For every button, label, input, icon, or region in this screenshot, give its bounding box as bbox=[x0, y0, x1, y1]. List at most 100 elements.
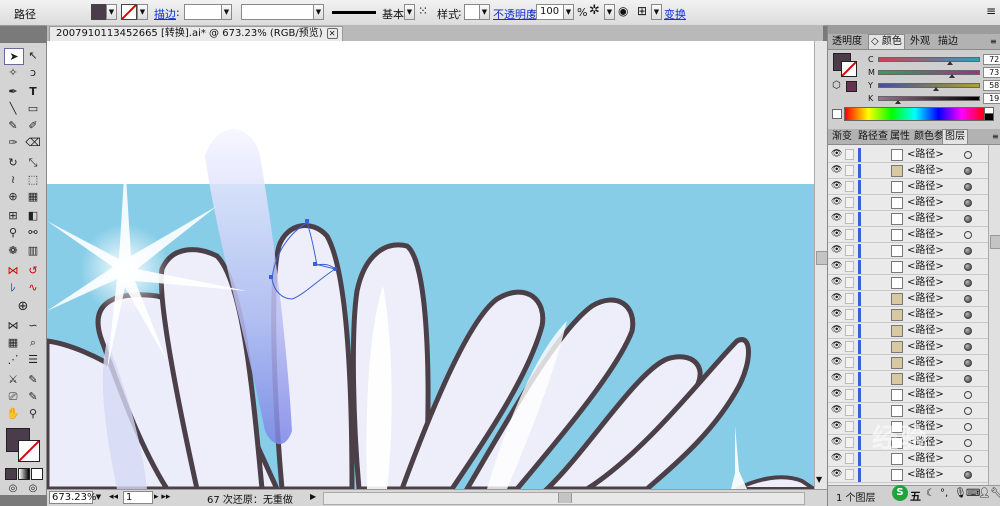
layer-row[interactable]: 👁︎ <路径> bbox=[828, 275, 988, 291]
brush-alt-tool-icon[interactable]: ✎ bbox=[24, 372, 42, 387]
visibility-eye-icon[interactable]: 👁︎ bbox=[831, 150, 842, 159]
tab-attributes[interactable]: 属性 bbox=[888, 130, 912, 144]
layer-row[interactable]: 👁︎ <路径> bbox=[828, 179, 988, 195]
ime-mode[interactable]: 五 bbox=[910, 488, 921, 504]
eyedropper-tool-icon[interactable]: ⚲ bbox=[4, 225, 22, 240]
h-scroll-thumb[interactable] bbox=[558, 493, 572, 503]
lock-toggle[interactable] bbox=[845, 293, 854, 304]
type-tool-icon[interactable]: T bbox=[24, 84, 42, 99]
style-dropdown[interactable]: ▼ bbox=[479, 4, 490, 20]
lock-toggle[interactable] bbox=[845, 341, 854, 352]
lock-toggle[interactable] bbox=[845, 181, 854, 192]
cyan-value[interactable]: 72.05 bbox=[983, 54, 1000, 65]
gamut-swatch[interactable] bbox=[846, 81, 857, 92]
lock-toggle[interactable] bbox=[845, 437, 854, 448]
transform-link[interactable]: 变换 bbox=[664, 6, 686, 22]
lock-toggle[interactable] bbox=[845, 373, 854, 384]
target-circle-icon[interactable] bbox=[964, 183, 972, 191]
visibility-eye-icon[interactable]: 👁︎ bbox=[831, 310, 842, 319]
target-circle-icon[interactable] bbox=[964, 199, 972, 207]
layer-row[interactable]: 👁︎ <路径> bbox=[828, 291, 988, 307]
first-artboard-icon[interactable]: ◂◂ bbox=[109, 492, 118, 502]
user-icon[interactable]: 👤︎ bbox=[978, 488, 991, 499]
control-bar-menu-icon[interactable]: ≡ bbox=[986, 4, 996, 18]
pencil-tool-icon[interactable]: ✐ bbox=[24, 118, 42, 133]
yellow-thumb[interactable] bbox=[933, 87, 940, 91]
document-tab[interactable]: 2007910113452665 [转换].ai* @ 673.23% (RGB… bbox=[49, 26, 343, 42]
layer-name[interactable]: <路径> bbox=[907, 468, 944, 482]
visibility-eye-icon[interactable]: 👁︎ bbox=[831, 230, 842, 239]
column-graph-tool-icon[interactable]: ▥ bbox=[24, 243, 42, 258]
width-tool-icon[interactable]: ⋈ bbox=[4, 263, 22, 278]
cyan-slider[interactable]: C 72.05 % bbox=[868, 54, 1000, 65]
global-edit-icon[interactable]: ◉ bbox=[618, 4, 628, 18]
lock-toggle[interactable] bbox=[845, 453, 854, 464]
visibility-eye-icon[interactable]: 👁︎ bbox=[831, 198, 842, 207]
lock-toggle[interactable] bbox=[845, 213, 854, 224]
visibility-eye-icon[interactable]: 👁︎ bbox=[831, 278, 842, 287]
target-circle-icon[interactable] bbox=[964, 343, 972, 351]
none-mode-icon[interactable] bbox=[31, 468, 43, 480]
layer-row[interactable]: 👁︎ <路径> bbox=[828, 259, 988, 275]
layer-row[interactable]: 👁︎ <路径> bbox=[828, 147, 988, 163]
black-value[interactable]: 19.68 bbox=[983, 93, 1000, 104]
layer-name[interactable]: <路径> bbox=[907, 180, 944, 194]
visibility-eye-icon[interactable]: 👁︎ bbox=[831, 166, 842, 175]
opacity-dropdown[interactable]: ▼ bbox=[563, 4, 574, 20]
artboard-number-field[interactable]: 1 bbox=[123, 491, 153, 504]
stroke-weight-dropdown[interactable]: ▼ bbox=[221, 4, 232, 20]
moon-icon[interactable]: ☾ bbox=[926, 488, 935, 499]
visibility-eye-icon[interactable]: 👁︎ bbox=[831, 342, 842, 351]
layers-scroll-thumb[interactable] bbox=[990, 235, 1000, 249]
tab-transparency[interactable]: 透明度 bbox=[830, 35, 864, 49]
visibility-eye-icon[interactable]: 👁︎ bbox=[831, 406, 842, 415]
zoom-field[interactable]: 673.23% bbox=[49, 491, 97, 504]
tab-layers[interactable]: 图层 bbox=[942, 129, 968, 144]
yellow-value[interactable]: 58.04 bbox=[983, 80, 1000, 91]
layer-name[interactable]: <路径> bbox=[907, 324, 944, 338]
lock-toggle[interactable] bbox=[845, 309, 854, 320]
panel-menu-icon[interactable]: ≡ bbox=[988, 35, 999, 49]
visibility-eye-icon[interactable]: 👁︎ bbox=[831, 422, 842, 431]
target-circle-icon[interactable] bbox=[964, 247, 972, 255]
lock-toggle[interactable] bbox=[845, 245, 854, 256]
slice-tool-icon[interactable]: ⋈ bbox=[4, 318, 22, 333]
selection-tool-icon[interactable]: ➤ bbox=[4, 48, 24, 65]
visibility-eye-icon[interactable]: 👁︎ bbox=[831, 214, 842, 223]
artboard-tool-icon[interactable]: ⎚ bbox=[4, 389, 22, 404]
stroke-swatch[interactable] bbox=[121, 4, 137, 20]
eyedropper-alt-tool-icon[interactable]: ⌕ bbox=[24, 335, 42, 350]
color-stroke-swatch[interactable] bbox=[841, 61, 857, 77]
color-spectrum[interactable] bbox=[844, 107, 986, 121]
magenta-thumb[interactable] bbox=[948, 74, 955, 78]
visibility-eye-icon[interactable]: 👁︎ bbox=[831, 358, 842, 367]
stroke-dropdown[interactable]: ▼ bbox=[137, 4, 148, 20]
eraser-tool-icon[interactable]: ⌫ bbox=[24, 135, 42, 150]
next-artboard-icon[interactable]: ▸ ▸▸ bbox=[154, 492, 170, 502]
pen-tool-icon[interactable]: ✒ bbox=[4, 84, 22, 99]
wrench-icon[interactable]: 🔧︎ bbox=[990, 488, 1000, 499]
graphic-style-icon[interactable]: ⁙ bbox=[418, 4, 428, 18]
target-circle-icon[interactable] bbox=[964, 231, 972, 239]
lock-toggle[interactable] bbox=[845, 197, 854, 208]
target-circle-icon[interactable] bbox=[964, 359, 972, 367]
layer-row[interactable]: 👁︎ <路径> bbox=[828, 371, 988, 387]
tab-color[interactable]: ◇ 颜色 bbox=[868, 34, 905, 49]
target-circle-icon[interactable] bbox=[964, 327, 972, 335]
lock-toggle[interactable] bbox=[845, 469, 854, 480]
artboard-grid-tool-icon[interactable]: ▦ bbox=[4, 335, 22, 350]
layer-name[interactable]: <路径> bbox=[907, 212, 944, 226]
lock-toggle[interactable] bbox=[845, 149, 854, 160]
layer-name[interactable]: <路径> bbox=[907, 196, 944, 210]
draw-normal-icon[interactable]: ◎ bbox=[4, 481, 22, 496]
lock-toggle[interactable] bbox=[845, 165, 854, 176]
layers-menu-icon[interactable]: ≡ bbox=[990, 130, 1000, 144]
layer-name[interactable]: <路径> bbox=[907, 260, 944, 274]
lock-toggle[interactable] bbox=[845, 261, 854, 272]
layer-name[interactable]: <路径> bbox=[907, 292, 944, 306]
visibility-eye-icon[interactable]: 👁︎ bbox=[831, 438, 842, 447]
tab-pathfinder[interactable]: 路径查 bbox=[856, 130, 890, 144]
magenta-value[interactable]: 73.66 bbox=[983, 67, 1000, 78]
recolor-dropdown[interactable]: ▼ bbox=[604, 4, 615, 20]
target-circle-icon[interactable] bbox=[964, 471, 972, 479]
